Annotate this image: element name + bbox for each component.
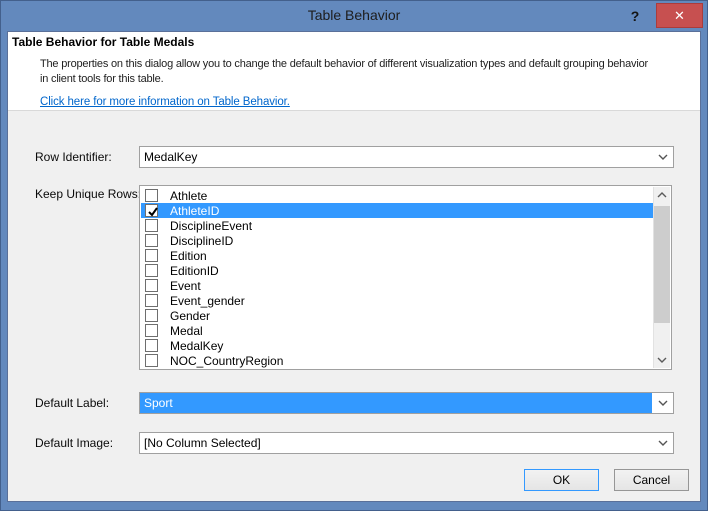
list-item[interactable]: NOC_CountryRegion (141, 353, 653, 368)
row-identifier-label: Row Identifier: (35, 150, 112, 164)
scroll-up-icon[interactable] (654, 187, 670, 203)
list-item-label: DisciplineEvent (170, 218, 253, 233)
list-item[interactable]: Event (141, 278, 653, 293)
close-button[interactable]: ✕ (656, 3, 703, 28)
list-item[interactable]: DisciplineID (141, 233, 653, 248)
list-item-label: Edition (170, 248, 207, 263)
list-item[interactable]: MedalKey (141, 338, 653, 353)
row-identifier-combobox[interactable]: MedalKey (139, 146, 674, 168)
keep-unique-rows-label: Keep Unique Rows: (35, 187, 142, 201)
checkbox[interactable] (145, 189, 158, 202)
help-icon[interactable]: ? (625, 5, 645, 27)
list-item-label: AthleteID (170, 203, 220, 218)
description-text: The properties on this dialog allow you … (40, 57, 648, 87)
checkbox[interactable] (145, 309, 158, 322)
default-label-combobox[interactable]: Sport (139, 392, 674, 414)
default-image-value: [No Column Selected] (144, 436, 261, 450)
dialog-body: Table Behavior for Table Medals The prop… (7, 31, 701, 502)
scrollbar-thumb[interactable] (654, 206, 670, 323)
list-item-label: Event (170, 278, 201, 293)
dialog-title: Table Behavior (307, 7, 401, 23)
list-item-label: Event_gender (170, 293, 245, 308)
description-line: in client tools for this table. (40, 73, 164, 85)
titlebar[interactable]: Table Behavior ? ✕ (1, 1, 707, 31)
ok-button[interactable]: OK (524, 469, 599, 491)
description-line: The properties on this dialog allow you … (40, 58, 648, 70)
list-item-label: NOC_CountryRegion (170, 353, 284, 368)
list-item-label: Gender (170, 308, 211, 323)
default-image-combobox[interactable]: [No Column Selected] (139, 432, 674, 454)
default-label-label: Default Label: (35, 396, 110, 410)
vertical-scrollbar[interactable] (653, 187, 670, 368)
checkbox[interactable] (145, 279, 158, 292)
list-item[interactable]: AthleteID (141, 203, 653, 218)
checkbox[interactable] (145, 294, 158, 307)
list-item[interactable]: Medal (141, 323, 653, 338)
list-item-label: EditionID (170, 263, 219, 278)
keep-unique-rows-listbox[interactable]: Athlete AthleteID DisciplineEvent Discip… (139, 185, 672, 370)
checkbox[interactable] (145, 339, 158, 352)
checkbox[interactable] (145, 324, 158, 337)
list-item-label: DisciplineID (170, 233, 234, 248)
default-label-value: Sport (140, 393, 652, 413)
page-title: Table Behavior for Table Medals (12, 35, 195, 49)
checkbox[interactable] (145, 264, 158, 277)
list-item[interactable]: Event_gender (141, 293, 653, 308)
checkbox[interactable] (145, 234, 158, 247)
list-item-label: Medal (170, 323, 203, 338)
cancel-button[interactable]: Cancel (614, 469, 689, 491)
checkbox[interactable] (145, 219, 158, 232)
scroll-down-icon[interactable] (654, 352, 670, 368)
header-section: Table Behavior for Table Medals The prop… (8, 32, 700, 111)
chevron-down-icon (652, 393, 673, 413)
more-info-link[interactable]: Click here for more information on Table… (40, 96, 290, 108)
chevron-down-icon (652, 147, 673, 167)
list-item[interactable]: Edition (141, 248, 653, 263)
list-item-label: MedalKey (170, 338, 224, 353)
list-item[interactable]: Athlete (141, 188, 653, 203)
default-image-label: Default Image: (35, 436, 114, 450)
chevron-down-icon (652, 433, 673, 453)
list-item[interactable]: EditionID (141, 263, 653, 278)
list-item-label: Athlete (170, 188, 208, 203)
table-behavior-dialog: Table Behavior ? ✕ Table Behavior for Ta… (0, 0, 708, 511)
list-item[interactable]: Gender (141, 308, 653, 323)
list-item[interactable]: DisciplineEvent (141, 218, 653, 233)
listbox-rows: Athlete AthleteID DisciplineEvent Discip… (141, 187, 653, 368)
checkbox[interactable] (145, 354, 158, 367)
checkbox[interactable] (145, 249, 158, 262)
checkbox[interactable] (145, 204, 158, 217)
close-icon: ✕ (674, 7, 685, 23)
row-identifier-value: MedalKey (144, 150, 198, 164)
